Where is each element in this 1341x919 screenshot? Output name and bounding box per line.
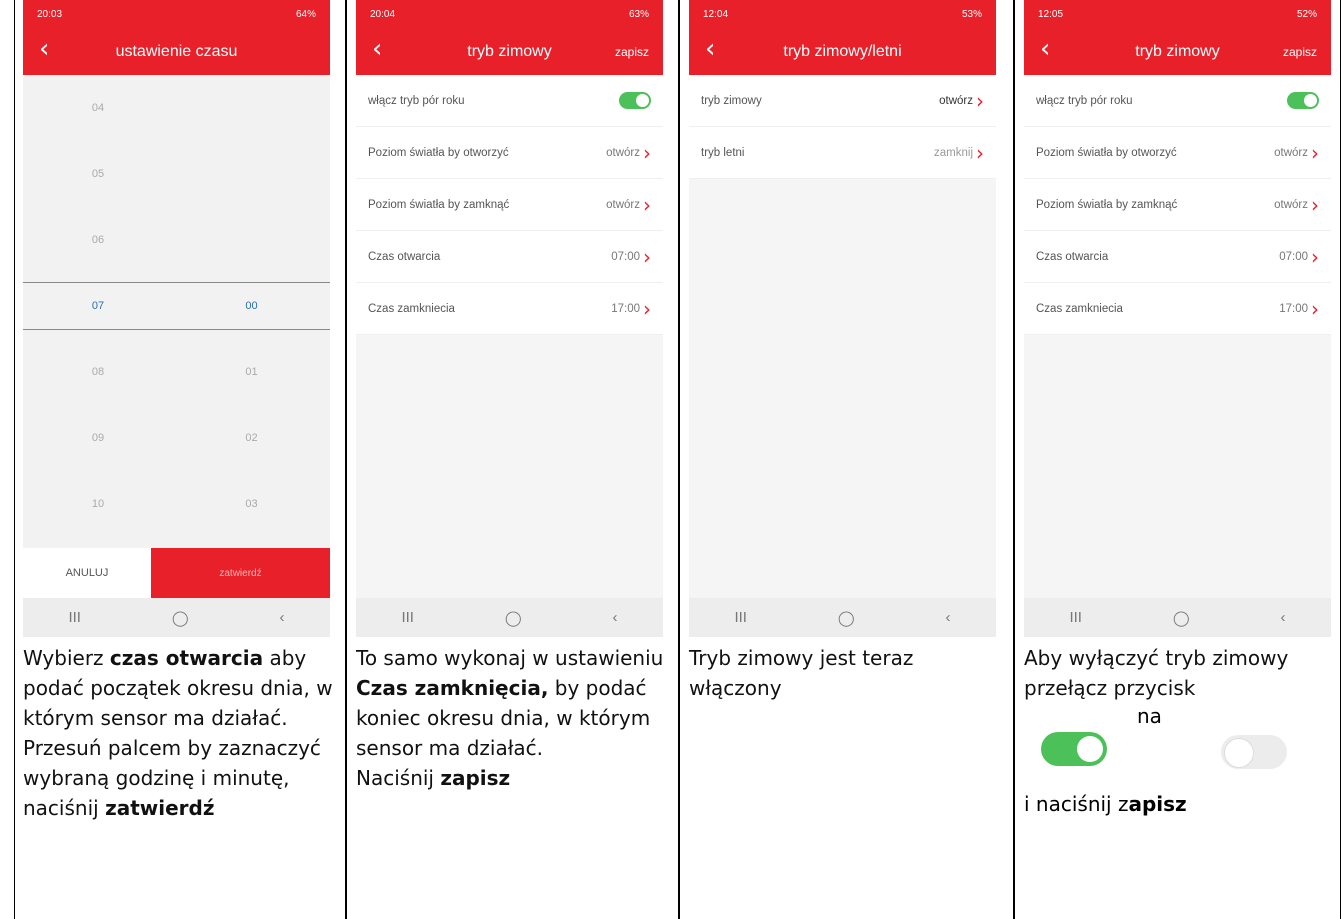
nav-back-icon[interactable]: ‹ xyxy=(280,609,285,626)
confirm-button[interactable]: zatwierdź xyxy=(151,548,330,598)
recent-apps-icon[interactable]: III xyxy=(68,609,81,626)
chevron-right-icon: › xyxy=(643,244,651,269)
picker-selected-row[interactable]: 07 00 xyxy=(23,282,330,330)
settings-row[interactable]: Poziom światła by otworzyć otwórz › xyxy=(356,127,663,179)
chevron-right-icon: › xyxy=(643,192,651,217)
page-title: tryb zimowy/letni xyxy=(783,42,902,60)
chevron-right-icon: › xyxy=(1311,296,1319,321)
status-battery: 64% xyxy=(295,8,316,20)
back-arrow-icon[interactable]: ‹ xyxy=(1040,34,1050,64)
app-bar: ‹ ustawienie czasu xyxy=(23,28,330,75)
page-title: tryb zimowy xyxy=(1135,42,1220,60)
step-panel-2: 20:04 63% ‹ tryb zimowy zapisz włącz try… xyxy=(347,0,678,919)
phone-screenshot: 20:04 63% ‹ tryb zimowy zapisz włącz try… xyxy=(356,0,663,637)
mode-row-winter[interactable]: tryb zimowy otwórz › xyxy=(689,75,996,127)
home-icon[interactable]: ◯ xyxy=(172,609,189,627)
recent-apps-icon[interactable]: III xyxy=(734,609,747,626)
chevron-right-icon: › xyxy=(1311,192,1319,217)
back-arrow-icon[interactable]: ‹ xyxy=(39,34,49,64)
settings-list: włącz tryb pór roku Poziom światła by ot… xyxy=(356,75,663,335)
phone-screenshot: 12:05 52% ‹ tryb zimowy zapisz włącz try… xyxy=(1024,0,1331,637)
settings-row[interactable]: Poziom światła by zamknąć otwórz › xyxy=(356,179,663,231)
settings-row[interactable]: Poziom światła by otworzyć otwórz › xyxy=(1024,127,1331,179)
chevron-right-icon: › xyxy=(643,140,651,165)
chevron-right-icon: › xyxy=(976,140,984,165)
recent-apps-icon[interactable]: III xyxy=(401,609,414,626)
picker-row[interactable]: 09 02 xyxy=(23,405,330,471)
chevron-right-icon: › xyxy=(1311,244,1319,269)
status-bar: 20:03 64% xyxy=(23,0,330,28)
nav-back-icon[interactable]: ‹ xyxy=(613,609,618,626)
picker-row[interactable]: 05 xyxy=(23,141,330,207)
settings-row[interactable]: Czas otwarcia 07:00 › xyxy=(1024,231,1331,283)
status-bar: 20:04 63% xyxy=(356,0,663,28)
step-panel-4: 12:05 52% ‹ tryb zimowy zapisz włącz try… xyxy=(1015,0,1341,919)
back-arrow-icon[interactable]: ‹ xyxy=(372,34,382,64)
time-picker[interactable]: 04 05 06 07 00 08 01 09 02 10 03 xyxy=(23,75,330,548)
status-time: 20:04 xyxy=(370,8,396,20)
status-battery: 53% xyxy=(961,8,982,20)
settings-row-season-toggle[interactable]: włącz tryb pór roku xyxy=(1024,75,1331,127)
nav-back-icon[interactable]: ‹ xyxy=(946,609,951,626)
back-arrow-icon[interactable]: ‹ xyxy=(705,34,715,64)
status-bar: 12:04 53% xyxy=(689,0,996,28)
status-battery: 52% xyxy=(1296,8,1317,20)
chevron-right-icon: › xyxy=(643,296,651,321)
caption-na: na xyxy=(1137,704,1162,728)
settings-list: włącz tryb pór roku Poziom światła by ot… xyxy=(1024,75,1331,335)
save-button[interactable]: zapisz xyxy=(1283,45,1317,59)
toggle-off-illustration xyxy=(1221,735,1287,769)
picker-row[interactable]: 08 01 xyxy=(23,339,330,405)
status-time: 20:03 xyxy=(37,8,63,20)
picker-row[interactable]: 06 xyxy=(23,207,330,273)
save-button[interactable]: zapisz xyxy=(615,45,649,59)
app-bar: ‹ tryb zimowy/letni xyxy=(689,28,996,75)
step-caption: To samo wykonaj w ustawieniu Czas zamkni… xyxy=(356,646,664,790)
android-nav-bar: III ◯ ‹ xyxy=(23,598,330,637)
toggle-switch-on[interactable] xyxy=(1287,92,1319,109)
settings-row[interactable]: Poziom światła by zamknąć otwórz › xyxy=(1024,179,1331,231)
toggle-on-illustration xyxy=(1041,732,1107,766)
step-caption: Wybierz czas otwarcia aby podać początek… xyxy=(23,646,333,820)
status-battery: 63% xyxy=(628,8,649,20)
nav-back-icon[interactable]: ‹ xyxy=(1281,609,1286,626)
home-icon[interactable]: ◯ xyxy=(1173,609,1190,627)
status-time: 12:04 xyxy=(703,8,729,20)
status-time: 12:05 xyxy=(1038,8,1064,20)
picker-row[interactable]: 10 03 xyxy=(23,471,330,537)
app-bar: ‹ tryb zimowy zapisz xyxy=(1024,28,1331,75)
page-title: tryb zimowy xyxy=(467,42,552,60)
recent-apps-icon[interactable]: III xyxy=(1069,609,1082,626)
toggle-switch-on[interactable] xyxy=(619,92,651,109)
settings-row[interactable]: Czas zamkniecia 17:00 › xyxy=(356,283,663,335)
chevron-right-icon: › xyxy=(976,88,984,113)
step-panel-3: 12:04 53% ‹ tryb zimowy/letni tryb zimow… xyxy=(680,0,1013,919)
step-caption: Tryb zimowy jest teraz włączony xyxy=(689,646,914,700)
caption-press-save: i naciśnij zapisz xyxy=(1024,792,1187,816)
settings-row-season-toggle[interactable]: włącz tryb pór roku xyxy=(356,75,663,127)
mode-row-summer[interactable]: tryb letni zamknij › xyxy=(689,127,996,179)
picker-row[interactable]: 04 xyxy=(23,75,330,141)
page-title: ustawienie czasu xyxy=(115,42,238,60)
home-icon[interactable]: ◯ xyxy=(505,609,522,627)
home-icon[interactable]: ◯ xyxy=(838,609,855,627)
cancel-button[interactable]: ANULUJ xyxy=(23,548,151,598)
status-bar: 12:05 52% xyxy=(1024,0,1331,28)
settings-row[interactable]: Czas otwarcia 07:00 › xyxy=(356,231,663,283)
app-bar: ‹ tryb zimowy zapisz xyxy=(356,28,663,75)
phone-screenshot: 12:04 53% ‹ tryb zimowy/letni tryb zimow… xyxy=(689,0,996,637)
step-panel-1: 20:03 64% ‹ ustawienie czasu 04 05 06 07… xyxy=(14,0,345,919)
android-nav-bar: III ◯ ‹ xyxy=(356,598,663,637)
mode-list: tryb zimowy otwórz › tryb letni zamknij › xyxy=(689,75,996,179)
android-nav-bar: III ◯ ‹ xyxy=(1024,598,1331,637)
android-nav-bar: III ◯ ‹ xyxy=(689,598,996,637)
step-caption: Aby wyłączyć tryb zimowy przełącz przyci… xyxy=(1024,646,1289,700)
settings-row[interactable]: Czas zamkniecia 17:00 › xyxy=(1024,283,1331,335)
phone-screenshot: 20:03 64% ‹ ustawienie czasu 04 05 06 07… xyxy=(23,0,330,637)
chevron-right-icon: › xyxy=(1311,140,1319,165)
